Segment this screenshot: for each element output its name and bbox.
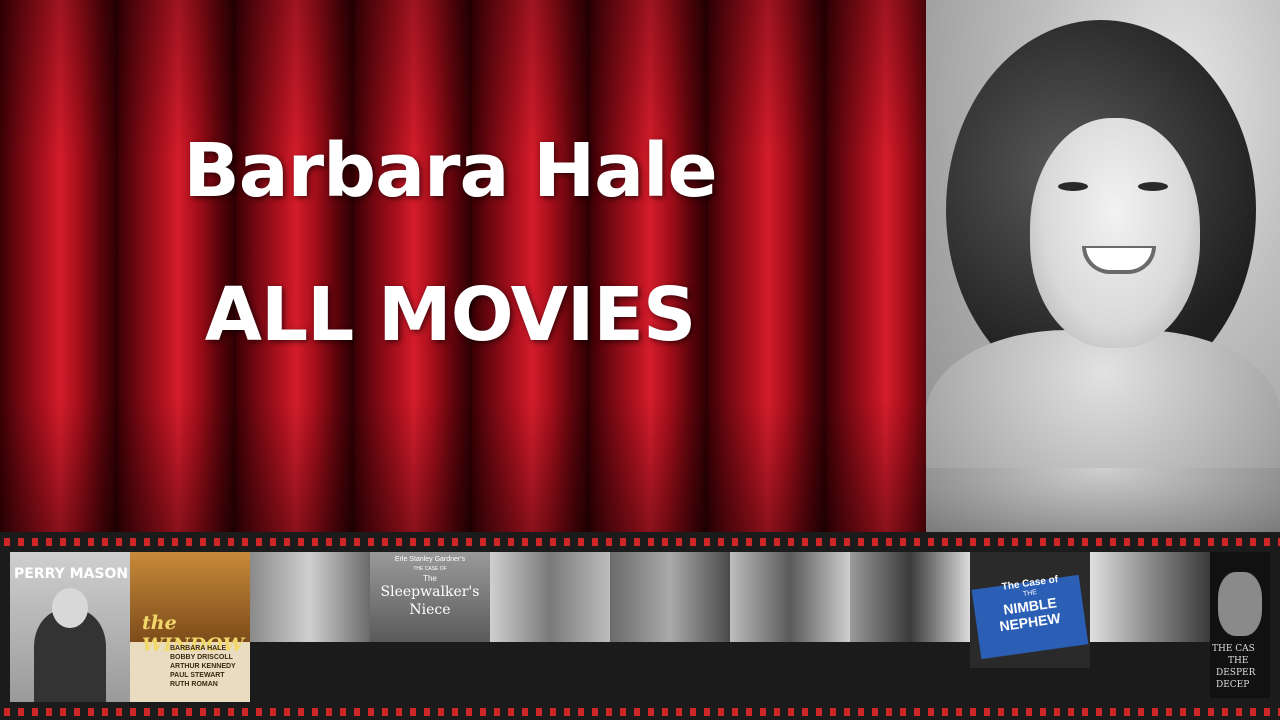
thumb-scene-3[interactable] bbox=[610, 552, 730, 642]
film-perforations-top bbox=[0, 538, 1280, 546]
curtain-background bbox=[0, 0, 926, 532]
thumb-the-window-poster[interactable]: the WINDOW BARBARA HALE BOBBY DRISCOLL A… bbox=[130, 552, 250, 702]
title-subtitle: ALL MOVIES bbox=[204, 272, 697, 358]
thumb-nimble-nephew[interactable]: The Case of THE NIMBLE NEPHEW bbox=[970, 552, 1090, 668]
thumb-scene-1[interactable] bbox=[250, 552, 370, 642]
thumb-sleepwalkers-niece[interactable]: Erle Stanley Gardner's THE CASE OF The S… bbox=[370, 552, 490, 642]
portrait-photo bbox=[926, 0, 1280, 532]
thumb-scene-6[interactable] bbox=[1090, 552, 1210, 642]
title-name: Barbara Hale bbox=[183, 128, 717, 214]
poster-credits: BARBARA HALE BOBBY DRISCOLL ARTHUR KENNE… bbox=[170, 645, 236, 688]
thumb-perry-mason[interactable]: PERRY MASON bbox=[10, 552, 130, 702]
portrait-fur bbox=[926, 468, 1280, 532]
thumb-scene-4[interactable] bbox=[730, 552, 850, 642]
portrait-face bbox=[1030, 118, 1200, 348]
thumb-desperate-deception[interactable]: THE CAS THE DESPER DECEP bbox=[1210, 552, 1270, 698]
thumb-scene-5[interactable] bbox=[850, 552, 970, 642]
film-perforations-bottom bbox=[0, 708, 1280, 716]
thumb-label: PERRY MASON bbox=[14, 566, 129, 582]
thumb-scene-2[interactable] bbox=[490, 552, 610, 642]
filmstrip: PERRY MASON the WINDOW BARBARA HALE BOBB… bbox=[0, 532, 1280, 720]
